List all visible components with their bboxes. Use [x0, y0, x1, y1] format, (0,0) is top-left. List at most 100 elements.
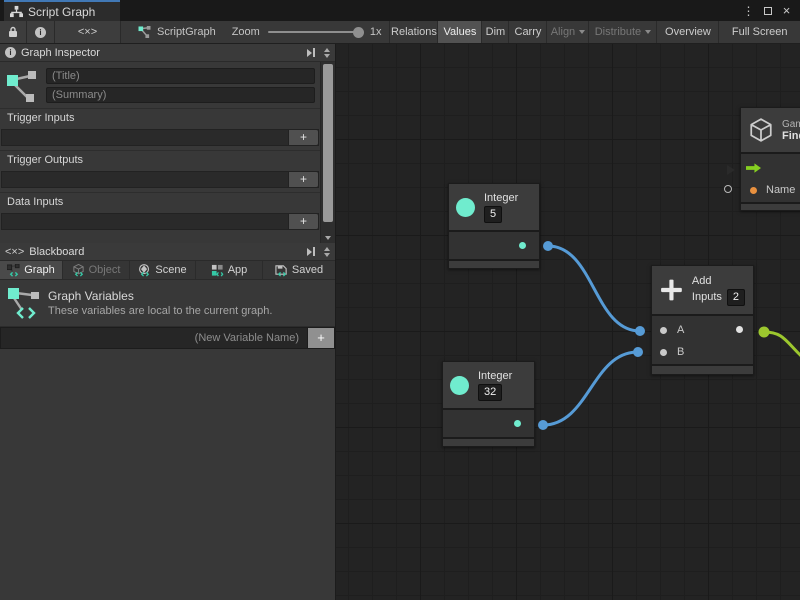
wire-endpoint[interactable]	[635, 326, 645, 336]
code-icon: <×>	[5, 246, 24, 258]
graph-variables-info: Graph Variables These variables are loca…	[0, 280, 335, 326]
graph-inspector-title: Graph Inspector	[21, 47, 100, 59]
section-trigger-outputs-label: Trigger Outputs	[0, 150, 320, 168]
port-a-label: A	[677, 324, 684, 336]
window-tab-bar: Script Graph ⋮ ×	[0, 0, 800, 21]
add-trigger-input-button[interactable]: +	[288, 130, 318, 145]
zoom-value: 1x	[370, 21, 382, 43]
toolbar-button-values[interactable]: Values	[438, 21, 482, 43]
tab-script-graph[interactable]: Script Graph	[4, 0, 120, 21]
dock-panel-icon[interactable]	[307, 247, 315, 256]
window-controls: ⋮ ×	[741, 0, 800, 21]
input-port-a[interactable]	[660, 327, 667, 334]
node-title: Integer	[484, 192, 518, 204]
lock-button[interactable]	[0, 21, 27, 43]
wire-integer5-to-add-a[interactable]	[548, 246, 640, 331]
node-title: Find	[782, 130, 800, 142]
toolbar-button-dim[interactable]: Dim	[482, 21, 509, 43]
tab-scene[interactable]: Scene	[130, 261, 196, 279]
section-trigger-inputs-label: Trigger Inputs	[0, 108, 320, 126]
graph-canvas[interactable]: Integer 5 Integer 32	[336, 44, 800, 600]
inspector-scrollbar[interactable]	[320, 62, 335, 243]
integer-value-field[interactable]: 32	[478, 384, 502, 401]
node-gameobject-find[interactable]: Game Find Name	[740, 107, 800, 211]
scroll-down-icon[interactable]	[321, 236, 335, 240]
scroll-up-icon	[324, 48, 330, 52]
add-variable-button[interactable]: +	[308, 327, 335, 349]
add-data-input-button[interactable]: +	[288, 214, 318, 229]
toolbar-button-distribute[interactable]: Distribute	[589, 21, 657, 43]
port-b-label: B	[677, 346, 684, 358]
toolbar-button-relations[interactable]: Relations	[389, 21, 438, 43]
new-variable-input[interactable]	[0, 327, 308, 349]
toolbar-button-fullscreen[interactable]: Full Screen	[719, 21, 800, 43]
scroll-arrows[interactable]	[320, 247, 333, 257]
blackboard-header: <×> Blackboard	[0, 243, 335, 261]
trigger-inputs-list: +	[1, 129, 319, 146]
wire-integer32-to-add-b[interactable]	[543, 352, 638, 425]
code-view-button[interactable]: <×>	[55, 21, 121, 43]
dock-panel-icon[interactable]	[307, 48, 315, 57]
graph-breadcrumb[interactable]: ScriptGraph	[138, 21, 216, 43]
script-graph-icon	[10, 5, 23, 18]
graph-toolbar: i <×> ScriptGraph Zoom 1x Relations Valu…	[0, 21, 800, 44]
trigger-input-arrow-icon[interactable]	[746, 163, 761, 173]
tab-app[interactable]: App	[196, 261, 263, 279]
tab-graph[interactable]: Graph	[0, 261, 63, 279]
saved-icon	[275, 264, 288, 277]
graph-variables-icon	[6, 284, 42, 322]
wire-endpoint[interactable]	[538, 420, 548, 430]
toolbar-button-carry[interactable]: Carry	[509, 21, 547, 43]
integer-type-icon	[456, 198, 475, 217]
node-integer-5[interactable]: Integer 5	[448, 183, 540, 269]
object-icon	[72, 264, 85, 277]
scrollbar-thumb[interactable]	[323, 64, 333, 222]
toolbar-button-overview[interactable]: Overview	[657, 21, 719, 43]
integer-value-field[interactable]: 5	[484, 206, 502, 223]
gameobject-cube-icon	[748, 117, 774, 143]
wire-endpoint[interactable]	[759, 327, 770, 338]
scene-icon	[138, 264, 151, 277]
add-trigger-output-button[interactable]: +	[288, 172, 318, 187]
unconnected-trigger-port-icon[interactable]	[727, 165, 735, 175]
add-icon	[659, 277, 684, 303]
tab-saved[interactable]: Saved	[263, 261, 335, 279]
window-menu-icon[interactable]: ⋮	[741, 3, 756, 18]
script-graph-window: Script Graph ⋮ × i <×>	[0, 0, 800, 600]
unconnected-value-port-icon[interactable]	[724, 185, 732, 193]
info-icon: i	[35, 27, 46, 38]
wire-add-output[interactable]	[764, 332, 800, 364]
window-maximize-icon[interactable]	[760, 3, 775, 18]
data-inputs-list: +	[1, 213, 319, 230]
scroll-down-icon	[324, 54, 330, 58]
app-icon	[211, 264, 224, 277]
inputs-count-field[interactable]: 2	[727, 289, 745, 306]
zoom-slider[interactable]	[268, 31, 362, 33]
zoom-slider-handle[interactable]	[353, 27, 364, 38]
graph-node-icon	[138, 26, 151, 38]
scroll-arrows[interactable]	[320, 48, 333, 58]
inspect-button[interactable]: i	[27, 21, 55, 43]
inputs-label: Inputs	[692, 291, 722, 303]
summary-field[interactable]	[46, 87, 315, 103]
scroll-down-icon	[324, 253, 330, 257]
input-port-b[interactable]	[660, 349, 667, 356]
window-close-icon[interactable]: ×	[779, 3, 794, 18]
port-name-label: Name	[766, 184, 795, 196]
blackboard-tabs: Graph Object Scene	[0, 261, 335, 280]
tab-object[interactable]: Object	[63, 261, 130, 279]
title-field[interactable]	[46, 68, 315, 84]
output-port-sum[interactable]	[736, 326, 743, 333]
graph-inspector-header: i Graph Inspector	[0, 44, 335, 62]
graph-variables-description: These variables are local to the current…	[48, 305, 272, 317]
node-add[interactable]: Add Inputs 2 A B	[651, 265, 754, 375]
graph-variables-heading: Graph Variables	[48, 289, 272, 303]
wire-endpoint[interactable]	[633, 347, 643, 357]
toolbar-button-align[interactable]: Align	[547, 21, 589, 43]
output-port[interactable]	[514, 420, 521, 427]
output-port[interactable]	[519, 242, 526, 249]
graph-variables-icon	[7, 264, 20, 277]
node-integer-32[interactable]: Integer 32	[442, 361, 535, 447]
wire-endpoint[interactable]	[543, 241, 553, 251]
input-port-name[interactable]	[750, 187, 757, 194]
